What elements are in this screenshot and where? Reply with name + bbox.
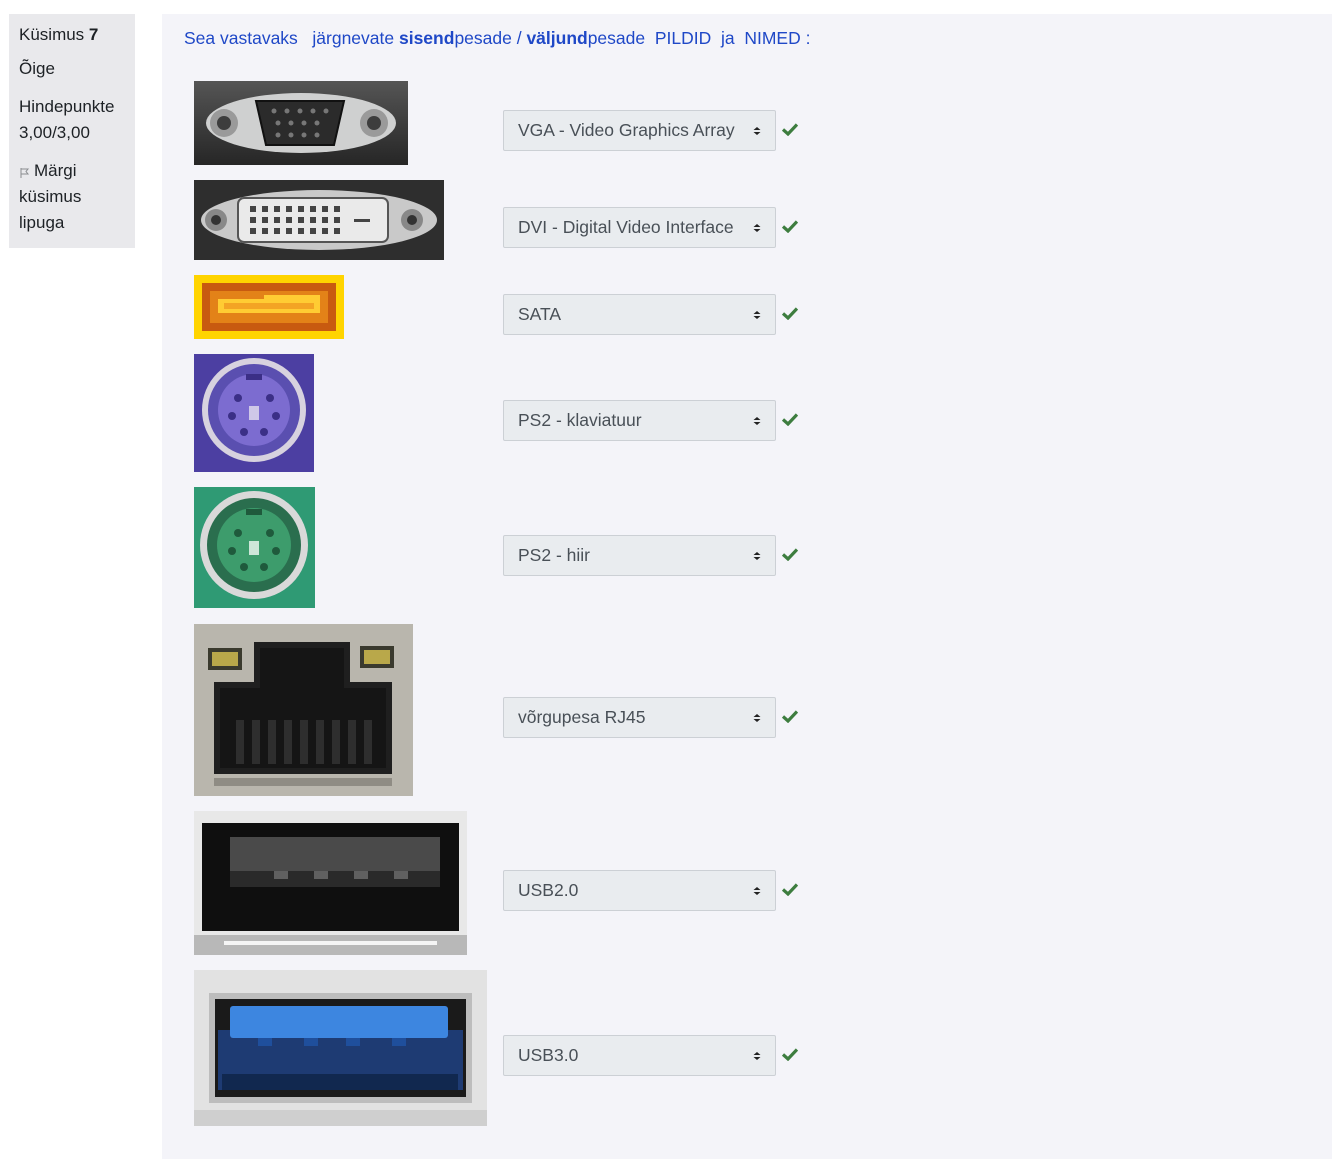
flag-question-link[interactable]: Märgi küsimus lipuga: [19, 158, 125, 236]
question-number: Küsimus 7: [19, 22, 125, 48]
correct-check-icon: [782, 710, 798, 723]
answer-select-8[interactable]: USB3.0: [503, 1035, 776, 1076]
question-text: Sea vastavaks järgnevate sisendpesade / …: [184, 28, 810, 49]
question-state: Õige: [19, 59, 55, 78]
question-label: Küsimus: [19, 25, 85, 44]
vga-port-photo: [194, 81, 408, 165]
dvi-port-photo: [194, 180, 444, 260]
correct-check-icon: [782, 413, 798, 426]
answer-select-5[interactable]: PS2 - hiir: [503, 535, 776, 576]
answer-select-6[interactable]: võrgupesa RJ45: [503, 697, 776, 738]
correct-check-icon: [782, 883, 798, 896]
correct-check-icon: [782, 220, 798, 233]
question-content: Sea vastavaks järgnevate sisendpesade / …: [162, 14, 1332, 1159]
sata-port-photo: [194, 275, 344, 339]
answer-select-value: USB3.0: [518, 1045, 579, 1065]
answer-select-3[interactable]: SATA: [503, 294, 776, 335]
select-updown-icon: [753, 714, 761, 722]
question-info-panel: Küsimus 7 Õige Hindepunkte 3,00/3,00 Märg…: [9, 14, 135, 248]
answer-select-4[interactable]: PS2 - klaviatuur: [503, 400, 776, 441]
answer-select-value: PS2 - klaviatuur: [518, 410, 642, 430]
select-updown-icon: [753, 417, 761, 425]
correct-check-icon: [782, 123, 798, 136]
select-updown-icon: [753, 887, 761, 895]
correct-check-icon: [782, 548, 798, 561]
question-number-value: 7: [88, 25, 99, 44]
answer-select-2[interactable]: DVI - Digital Video Interface: [503, 207, 776, 248]
ps2-mouse-port-photo: [194, 487, 315, 608]
answer-select-1[interactable]: VGA - Video Graphics Array: [503, 110, 776, 151]
answer-select-value: USB2.0: [518, 880, 579, 900]
ps2-keyboard-port-photo: [194, 354, 314, 472]
select-updown-icon: [753, 224, 761, 232]
usb3-port-photo: [194, 970, 487, 1126]
select-updown-icon: [753, 552, 761, 560]
question-grade: Hindepunkte 3,00/3,00: [19, 94, 125, 146]
correct-check-icon: [782, 307, 798, 320]
question-text-part: pesade PILDID ja NIMED :: [587, 28, 811, 48]
grade-value: 3,00/3,00: [19, 123, 90, 142]
usb2-port-photo: [194, 811, 467, 955]
answer-select-value: SATA: [518, 304, 562, 324]
question-text-bold: väljund: [526, 28, 588, 48]
answer-select-value: VGA - Video Graphics Array: [518, 120, 735, 140]
question-text-bold: sisend: [398, 28, 455, 48]
select-updown-icon: [753, 1052, 761, 1060]
correct-check-icon: [782, 1048, 798, 1061]
flag-icon: [20, 168, 30, 178]
select-updown-icon: [753, 127, 761, 135]
answer-select-value: DVI - Digital Video Interface: [518, 217, 734, 237]
grade-label: Hindepunkte: [19, 97, 115, 116]
answer-select-value: võrgupesa RJ45: [518, 707, 646, 727]
answer-select-value: PS2 - hiir: [518, 545, 590, 565]
rj45-port-photo: [194, 624, 413, 796]
select-updown-icon: [753, 311, 761, 319]
answer-select-7[interactable]: USB2.0: [503, 870, 776, 911]
question-text-part: pesade /: [454, 28, 527, 48]
question-text-part: Sea vastavaks järgnevate: [184, 28, 399, 48]
